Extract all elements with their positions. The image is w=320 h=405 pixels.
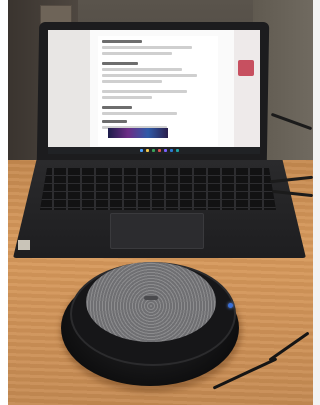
doc-line — [102, 80, 162, 83]
doc-line — [102, 52, 172, 55]
photo — [0, 0, 313, 405]
status-light — [228, 303, 233, 308]
taskbar-app-icon — [158, 149, 161, 152]
doc-line — [102, 68, 182, 71]
screen-thumbnail — [238, 60, 254, 76]
doc-line — [102, 90, 187, 93]
taskbar — [48, 147, 260, 154]
taskbar-app-icon — [164, 149, 167, 152]
laptop-sticker — [18, 240, 30, 250]
taskbar-app-icon — [146, 149, 149, 152]
taskbar-app-icon — [140, 149, 143, 152]
doc-heading — [102, 62, 138, 65]
doc-heading — [102, 106, 132, 109]
keyboard-rows — [40, 168, 276, 210]
doc-line — [102, 112, 177, 115]
speakerphone-mesh — [86, 262, 216, 342]
doc-line — [102, 74, 197, 77]
doc-line — [102, 96, 152, 99]
doc-heading — [102, 120, 127, 123]
speakerphone-logo — [144, 296, 158, 300]
touchpad — [110, 213, 204, 249]
screen-right-panel — [234, 30, 260, 148]
screen-left-panel — [48, 30, 90, 148]
taskbar-app-icon — [170, 149, 173, 152]
taskbar-app-icon — [176, 149, 179, 152]
doc-line — [102, 46, 192, 49]
laptop-screen — [48, 30, 260, 154]
doc-image-banner — [108, 128, 168, 138]
taskbar-app-icon — [152, 149, 155, 152]
doc-heading — [102, 40, 142, 43]
